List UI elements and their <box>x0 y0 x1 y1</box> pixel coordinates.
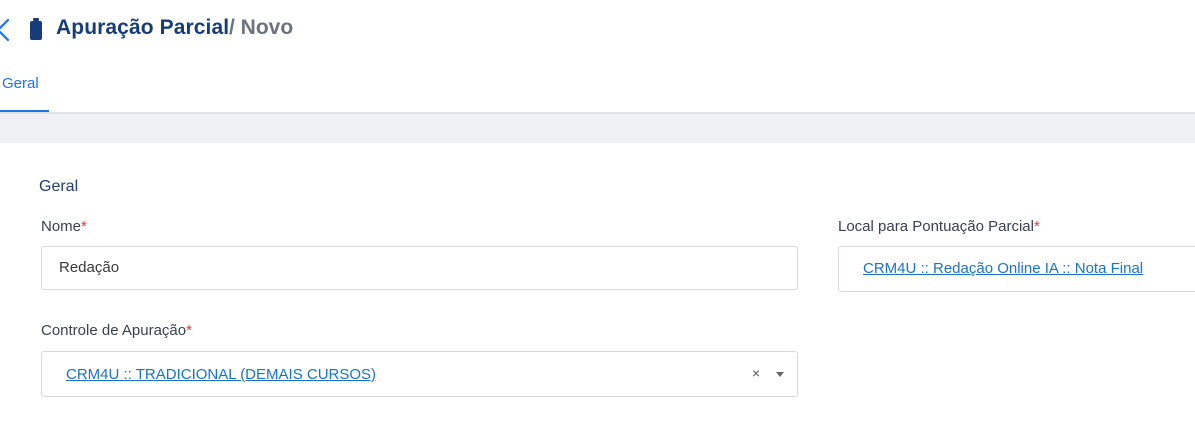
required-mark: * <box>1033 218 1040 235</box>
controle-selected-link[interactable]: CRM4U :: TRADICIONAL (DEMAIS CURSOS) <box>66 366 376 383</box>
local-selected-link[interactable]: CRM4U :: Redação Online IA :: Nota Final <box>863 260 1143 277</box>
nome-label-text: Nome <box>41 218 82 235</box>
required-mark: * <box>81 218 87 235</box>
local-label: Local para Pontuação Parcial* <box>838 218 1040 235</box>
controle-select[interactable]: CRM4U :: TRADICIONAL (DEMAIS CURSOS) × <box>41 351 798 397</box>
chevron-left-icon[interactable] <box>0 18 12 42</box>
chevron-down-icon[interactable] <box>776 372 784 377</box>
tab-geral[interactable]: Geral <box>0 72 49 113</box>
clear-icon[interactable]: × <box>752 365 760 381</box>
controle-label: Controle de Apuração* <box>41 322 192 339</box>
required-mark: * <box>186 322 192 339</box>
local-select[interactable]: CRM4U :: Redação Online IA :: Nota Final <box>838 246 1195 292</box>
battery-icon <box>30 18 42 40</box>
nome-value: Redação <box>59 259 120 276</box>
tab-label: Geral <box>2 75 39 92</box>
nome-field[interactable]: Redação <box>41 246 798 290</box>
local-label-text: Local para Pontuação Parcial <box>838 218 1034 235</box>
nome-label: Nome* <box>41 218 87 235</box>
section-title: Geral <box>39 178 79 195</box>
controle-label-text: Controle de Apuração <box>41 322 187 339</box>
page-title: Apuração Parcial <box>56 16 230 39</box>
page-subtitle: / Novo <box>229 16 294 39</box>
page-header: Apuração Parcial / Novo Geral <box>0 0 1195 113</box>
content-band <box>0 114 1195 143</box>
